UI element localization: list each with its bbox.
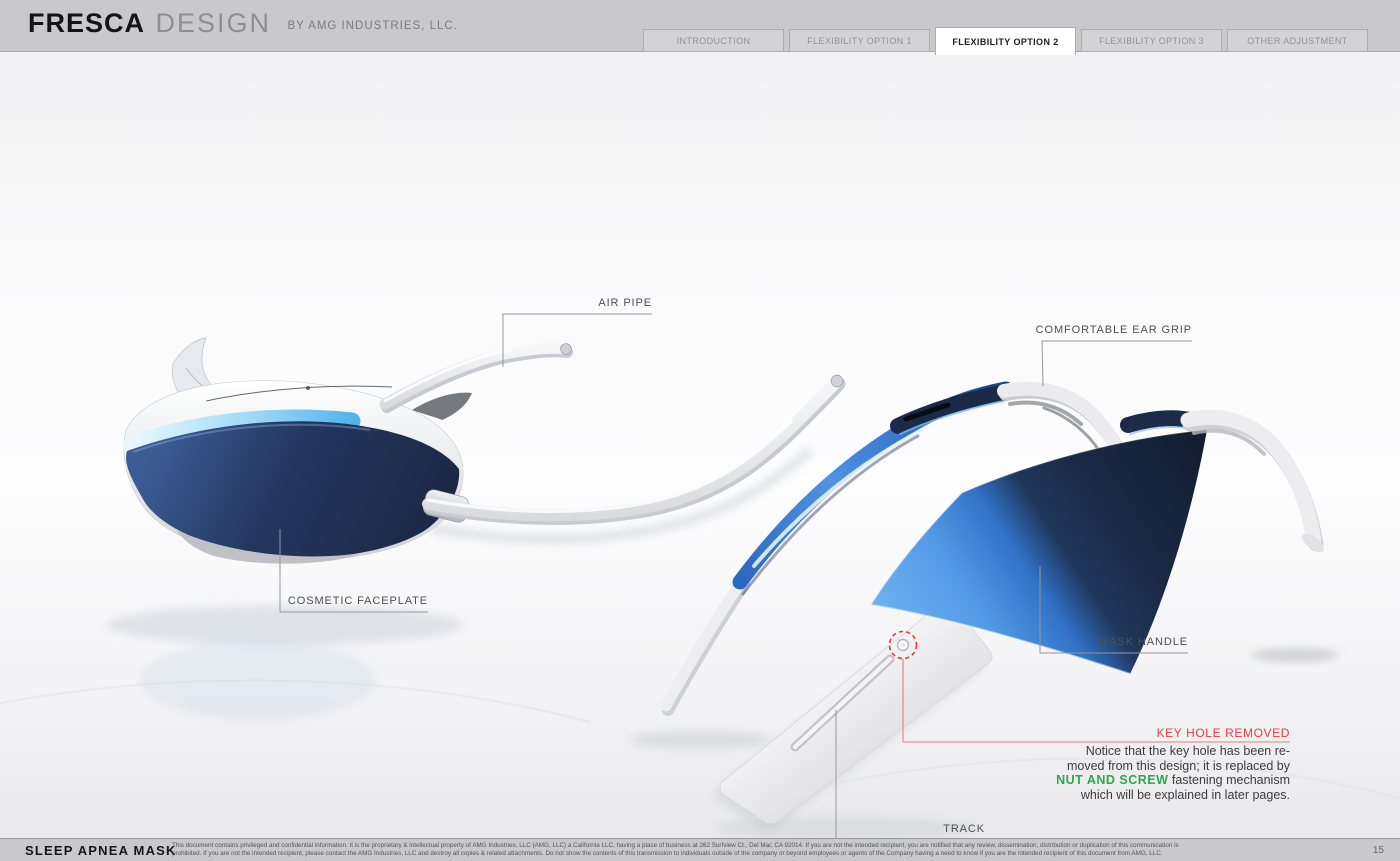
mask-dark-wedge bbox=[412, 393, 472, 420]
keyhole-note-line4: which will be explained in later pages. bbox=[1081, 788, 1290, 802]
mask-base bbox=[176, 530, 362, 564]
callout-track: TRACK bbox=[943, 823, 985, 835]
mask-assembly bbox=[124, 338, 472, 564]
slide-page: AIR PIPE COMFORTABLE EAR GRIP COSMETIC F… bbox=[0, 0, 1400, 861]
header-bar: FRESCA DESIGN BY AMG INDUSTRIES, LLC. IN… bbox=[0, 0, 1400, 52]
tab-other-adjustment[interactable]: OTHER ADJUSTMENT bbox=[1227, 29, 1368, 52]
keyhole-note-line1: Notice that the key hole has been re- bbox=[1086, 744, 1290, 758]
page-number: 15 bbox=[1354, 845, 1400, 856]
slide-canvas: AIR PIPE COMFORTABLE EAR GRIP COSMETIC F… bbox=[0, 52, 1400, 838]
brand-secondary: DESIGN bbox=[155, 8, 271, 38]
callout-mask-handle: MASK HANDLE bbox=[1099, 636, 1188, 648]
ear-grip-leader bbox=[1042, 341, 1192, 386]
legal-line-2: prohibited. If you are not the intended … bbox=[172, 850, 1354, 858]
headband-arc bbox=[666, 389, 1006, 710]
tab-introduction[interactable]: INTRODUCTION bbox=[643, 29, 784, 52]
callout-faceplate: COSMETIC FACEPLATE bbox=[288, 595, 428, 607]
keyhole-note-highlight: NUT AND SCREW bbox=[1056, 773, 1168, 787]
legal-text: This document contains privileged and co… bbox=[172, 842, 1354, 857]
mask-glossy-strip bbox=[131, 418, 352, 445]
brand: FRESCA DESIGN BY AMG INDUSTRIES, LLC. bbox=[28, 8, 458, 39]
legal-line-1: This document contains privileged and co… bbox=[172, 842, 1354, 850]
pipe-connector bbox=[422, 488, 471, 524]
tab-flexibility-option-1[interactable]: FLEXIBILITY OPTION 1 bbox=[789, 29, 930, 52]
callout-air-pipe: AIR PIPE bbox=[598, 297, 652, 309]
keyhole-note-line2: moved from this design; it is replaced b… bbox=[1067, 759, 1290, 773]
footer-title: SLEEP APNEA MASK bbox=[0, 843, 172, 858]
footer-bar: SLEEP APNEA MASK This document contains … bbox=[0, 838, 1400, 861]
tab-flexibility-option-2[interactable]: FLEXIBILITY OPTION 2 bbox=[935, 27, 1076, 55]
brand-byline: BY AMG INDUSTRIES, LLC. bbox=[287, 20, 457, 32]
air-pipe bbox=[385, 344, 843, 519]
callout-keyhole-title: KEY HOLE REMOVED bbox=[1157, 726, 1290, 740]
right-ear-hook bbox=[1128, 417, 1327, 555]
brand-primary: FRESCA bbox=[28, 8, 145, 38]
keyhole bbox=[898, 640, 909, 651]
track-plate bbox=[715, 602, 992, 831]
callout-ear-grip: COMFORTABLE EAR GRIP bbox=[1036, 324, 1192, 336]
tab-flexibility-option-3[interactable]: FLEXIBILITY OPTION 3 bbox=[1081, 29, 1222, 52]
track-leader bbox=[836, 710, 985, 840]
cosmetic-faceplate-shape bbox=[126, 421, 459, 558]
keyhole-note: Notice that the key hole has been re- mo… bbox=[990, 744, 1290, 802]
tab-bar: INTRODUCTION FLEXIBILITY OPTION 1 FLEXIB… bbox=[643, 27, 1368, 52]
keyhole-note-line3: fastening mechanism bbox=[1168, 773, 1290, 787]
mask-seam-wire bbox=[206, 386, 392, 401]
mask-shell bbox=[124, 381, 463, 561]
mask-nose-fin bbox=[172, 338, 270, 421]
ear-grip bbox=[1004, 389, 1120, 456]
air-pipe-leader bbox=[503, 314, 652, 367]
